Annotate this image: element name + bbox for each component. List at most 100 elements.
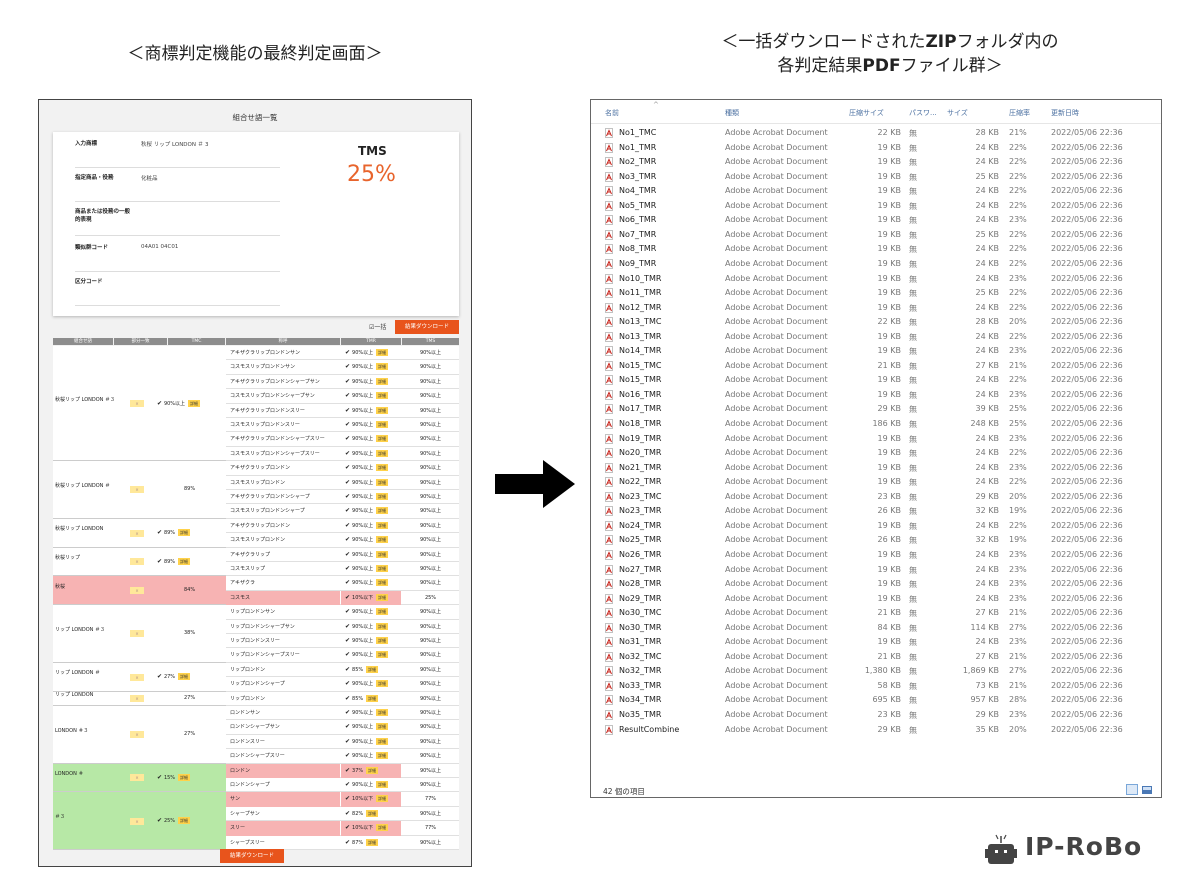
detail-button[interactable]: 詳細	[376, 521, 389, 529]
detail-button[interactable]: 詳細	[376, 622, 389, 630]
detail-button[interactable]: 詳細	[376, 593, 389, 601]
detail-button[interactable]: 詳細	[376, 579, 389, 587]
col-ratio[interactable]: 圧縮率	[1009, 108, 1030, 118]
file-row[interactable]: No28_TMR Adobe Acrobat Document 19 KB 無 24 K…	[591, 577, 1161, 592]
file-row[interactable]: No19_TMR Adobe Acrobat Document 19 KB 無 24 K…	[591, 432, 1161, 447]
detail-button[interactable]: 詳細	[366, 766, 379, 774]
details-view-icon[interactable]	[1126, 784, 1138, 795]
file-row[interactable]: No4_TMR Adobe Acrobat Document 19 KB 無 24 KB…	[591, 184, 1161, 199]
detail-button[interactable]: 詳細	[376, 550, 389, 558]
detail-button[interactable]: 詳細	[376, 392, 389, 400]
detail-button[interactable]: 詳細	[366, 809, 379, 817]
col-password[interactable]: パスワ...	[909, 108, 937, 118]
detail-button[interactable]: 詳細	[178, 817, 191, 825]
file-row[interactable]: No14_TMR Adobe Acrobat Document 19 KB 無 24 K…	[591, 344, 1161, 359]
file-row[interactable]: No23_TMC Adobe Acrobat Document 23 KB 無 29 K…	[591, 490, 1161, 505]
file-row[interactable]: No5_TMR Adobe Acrobat Document 19 KB 無 24 KB…	[591, 199, 1161, 214]
file-row[interactable]: No25_TMR Adobe Acrobat Document 26 KB 無 32 K…	[591, 533, 1161, 548]
file-row[interactable]: No1_TMR Adobe Acrobat Document 19 KB 無 24 KB…	[591, 141, 1161, 156]
detail-button[interactable]: 詳細	[376, 464, 389, 472]
large-icons-view-icon[interactable]	[1142, 786, 1152, 794]
file-row[interactable]: No31_TMR Adobe Acrobat Document 19 KB 無 24 K…	[591, 635, 1161, 650]
detail-button[interactable]: 詳細	[376, 406, 389, 414]
file-row[interactable]: No7_TMR Adobe Acrobat Document 19 KB 無 25 KB…	[591, 228, 1161, 243]
result-download-button-bottom[interactable]: 結果ダウンロード	[220, 849, 284, 863]
file-row[interactable]: No6_TMR Adobe Acrobat Document 19 KB 無 24 KB…	[591, 213, 1161, 228]
detail-button[interactable]: 詳細	[376, 737, 389, 745]
detail-button[interactable]: 詳細	[376, 493, 389, 500]
detail-button[interactable]: 詳細	[376, 377, 389, 385]
detail-button[interactable]: 詳細	[376, 723, 389, 731]
file-row[interactable]: No26_TMR Adobe Acrobat Document 19 KB 無 24 K…	[591, 548, 1161, 563]
col-size[interactable]: サイズ	[947, 108, 968, 118]
detail-button[interactable]: 詳細	[376, 536, 389, 544]
detail-button[interactable]: 詳細	[178, 557, 191, 565]
file-row[interactable]: No27_TMR Adobe Acrobat Document 19 KB 無 24 K…	[591, 563, 1161, 578]
file-row[interactable]: No13_TMR Adobe Acrobat Document 19 KB 無 24 K…	[591, 330, 1161, 345]
detail-button[interactable]: 詳細	[366, 838, 379, 846]
detail-button[interactable]: 詳細	[376, 478, 389, 486]
file-row[interactable]: No18_TMR Adobe Acrobat Document 186 KB 無 248…	[591, 417, 1161, 432]
detail-button[interactable]: 詳細	[178, 529, 191, 537]
file-row[interactable]: No15_TMR Adobe Acrobat Document 19 KB 無 24 K…	[591, 373, 1161, 388]
file-row[interactable]: No11_TMR Adobe Acrobat Document 19 KB 無 25 K…	[591, 286, 1161, 301]
detail-button[interactable]: 詳細	[376, 449, 389, 457]
file-row[interactable]: No30_TMR Adobe Acrobat Document 84 KB 無 114 …	[591, 621, 1161, 636]
detail-button[interactable]: 詳細	[376, 349, 389, 356]
detail-button[interactable]: 詳細	[376, 709, 389, 716]
detail-button[interactable]: 詳細	[376, 565, 389, 572]
detail-button[interactable]: 詳細	[376, 363, 389, 371]
tms-cell: 90%以上	[419, 436, 442, 443]
info-row: 指定商品・役務 化粧品	[75, 168, 280, 202]
detail-button[interactable]: 詳細	[376, 637, 389, 644]
file-row[interactable]: No22_TMR Adobe Acrobat Document 19 KB 無 24 K…	[591, 475, 1161, 490]
file-row[interactable]: No8_TMR Adobe Acrobat Document 19 KB 無 24 KB…	[591, 242, 1161, 257]
bulk-checkbox[interactable]: ☑一括	[369, 322, 386, 331]
col-compressed[interactable]: 圧縮サイズ	[849, 108, 884, 118]
detail-button[interactable]: 詳細	[178, 773, 191, 781]
check-icon: ✔	[157, 773, 164, 781]
file-row[interactable]: No2_TMR Adobe Acrobat Document 19 KB 無 24 KB…	[591, 155, 1161, 170]
file-row[interactable]: No30_TMC Adobe Acrobat Document 21 KB 無 27 K…	[591, 606, 1161, 621]
file-row[interactable]: No29_TMR Adobe Acrobat Document 19 KB 無 24 K…	[591, 592, 1161, 607]
file-row[interactable]: No23_TMR Adobe Acrobat Document 26 KB 無 32 K…	[591, 504, 1161, 519]
file-row[interactable]: No1_TMC Adobe Acrobat Document 22 KB 無 28 KB…	[591, 126, 1161, 141]
file-row[interactable]: No32_TMC Adobe Acrobat Document 21 KB 無 27 K…	[591, 650, 1161, 665]
detail-button[interactable]: 詳細	[376, 752, 389, 760]
detail-button[interactable]: 詳細	[376, 507, 389, 515]
detail-button[interactable]: 詳細	[376, 421, 389, 428]
detail-button[interactable]: 詳細	[188, 399, 201, 407]
file-row[interactable]: No24_TMR Adobe Acrobat Document 19 KB 無 24 K…	[591, 519, 1161, 534]
file-row[interactable]: No35_TMR Adobe Acrobat Document 23 KB 無 29 K…	[591, 708, 1161, 723]
detail-button[interactable]: 詳細	[376, 608, 389, 616]
file-row[interactable]: No10_TMR Adobe Acrobat Document 19 KB 無 24 K…	[591, 272, 1161, 287]
detail-button[interactable]: 詳細	[376, 651, 389, 659]
compression-ratio: 23%	[1009, 433, 1027, 443]
file-row[interactable]: No32_TMR Adobe Acrobat Document 1,380 KB 無 1…	[591, 664, 1161, 679]
detail-button[interactable]: 詳細	[376, 795, 389, 803]
file-row[interactable]: No15_TMC Adobe Acrobat Document 21 KB 無 27 K…	[591, 359, 1161, 374]
detail-button[interactable]: 詳細	[376, 680, 389, 688]
file-row[interactable]: No13_TMC Adobe Acrobat Document 22 KB 無 28 K…	[591, 315, 1161, 330]
detail-button[interactable]: 詳細	[366, 665, 379, 673]
file-row[interactable]: No34_TMR Adobe Acrobat Document 695 KB 無 957…	[591, 693, 1161, 708]
file-row[interactable]: No12_TMR Adobe Acrobat Document 19 KB 無 24 K…	[591, 301, 1161, 316]
file-row[interactable]: No21_TMR Adobe Acrobat Document 19 KB 無 24 K…	[591, 461, 1161, 476]
result-download-button[interactable]: 結果ダウンロード	[395, 320, 459, 334]
col-name[interactable]: 名前	[605, 108, 619, 118]
col-date[interactable]: 更新日時	[1051, 108, 1079, 118]
file-row[interactable]: No9_TMR Adobe Acrobat Document 19 KB 無 24 KB…	[591, 257, 1161, 272]
detail-button[interactable]: 詳細	[376, 435, 389, 443]
detail-button[interactable]: 詳細	[178, 673, 191, 681]
file-row[interactable]: No33_TMR Adobe Acrobat Document 58 KB 無 73 K…	[591, 679, 1161, 694]
file-row[interactable]: No16_TMR Adobe Acrobat Document 19 KB 無 24 K…	[591, 388, 1161, 403]
file-row[interactable]: No17_TMR Adobe Acrobat Document 29 KB 無 39 K…	[591, 402, 1161, 417]
detail-button[interactable]: 詳細	[376, 824, 389, 832]
file-row[interactable]: No20_TMR Adobe Acrobat Document 19 KB 無 24 K…	[591, 446, 1161, 461]
file-row[interactable]: No3_TMR Adobe Acrobat Document 19 KB 無 25 KB…	[591, 170, 1161, 185]
tmr-cell: ✔ 90%以上 詳細	[341, 389, 401, 403]
detail-button[interactable]: 詳細	[366, 694, 379, 702]
file-row[interactable]: ResultCombine Adobe Acrobat Document 29 KB…	[591, 723, 1161, 738]
col-type[interactable]: 種類	[725, 108, 739, 118]
detail-button[interactable]: 詳細	[376, 781, 389, 788]
